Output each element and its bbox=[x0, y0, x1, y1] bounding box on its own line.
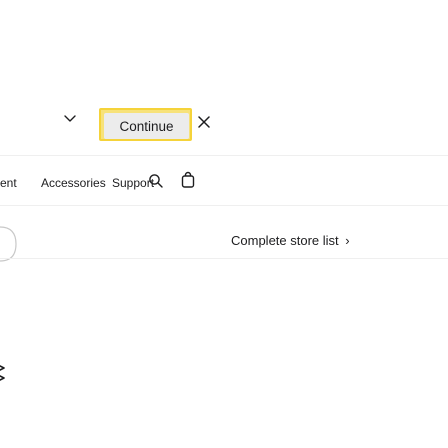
continue-button[interactable]: Continue bbox=[104, 113, 189, 139]
divider bbox=[0, 205, 448, 206]
nav-item-partial[interactable]: ent bbox=[0, 176, 17, 190]
partial-radio-outline bbox=[0, 226, 18, 262]
partial-chevron-icon bbox=[0, 364, 14, 384]
continue-button-wrapper: Continue bbox=[99, 108, 196, 141]
region-select-chevron-down-icon[interactable] bbox=[62, 111, 78, 127]
close-icon[interactable] bbox=[196, 114, 212, 130]
search-icon[interactable] bbox=[148, 172, 164, 190]
divider bbox=[0, 258, 448, 259]
divider bbox=[0, 155, 448, 156]
shopping-bag-icon[interactable] bbox=[180, 171, 196, 189]
chevron-right-icon: › bbox=[345, 233, 350, 248]
store-link-label: Complete store list bbox=[231, 233, 339, 248]
nav-item-accessories[interactable]: Accessories bbox=[41, 176, 106, 190]
complete-store-list-link[interactable]: Complete store list › bbox=[231, 233, 350, 248]
